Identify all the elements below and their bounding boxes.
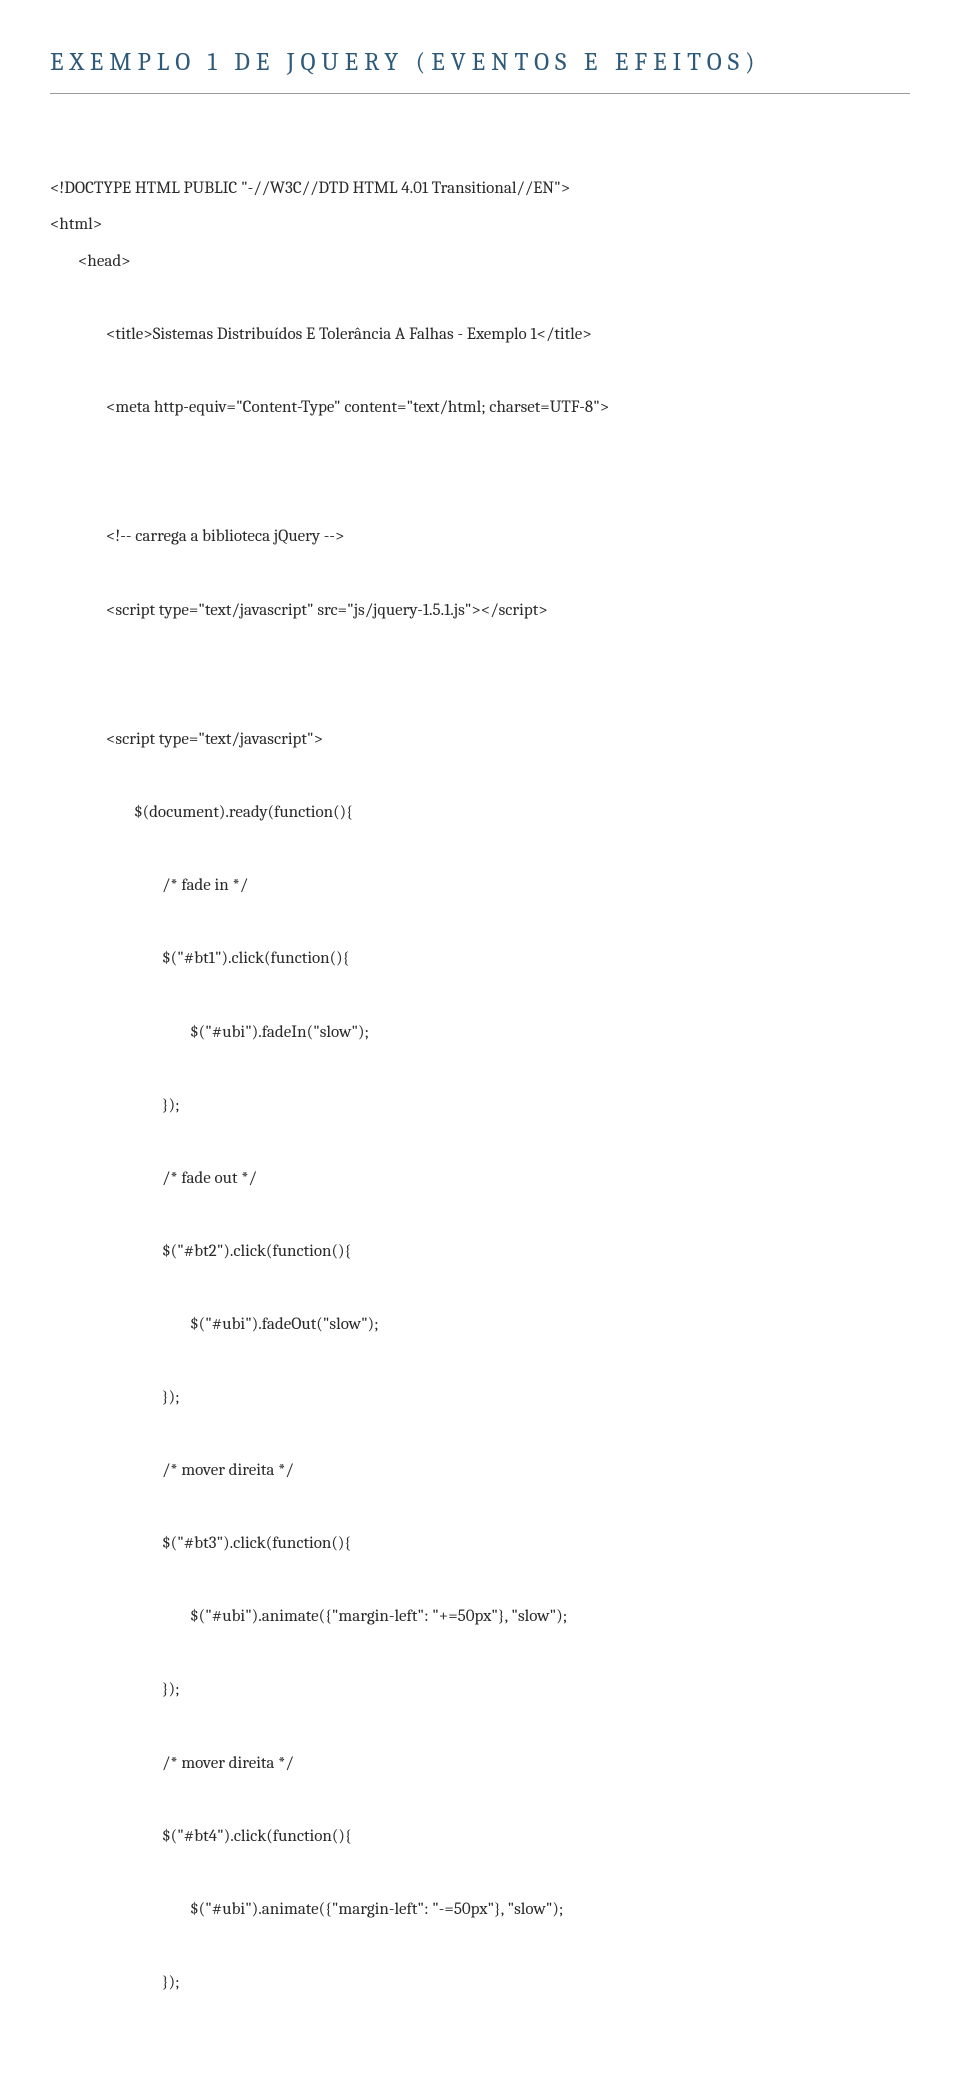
code-line: /* mover direita */: [50, 1453, 910, 1490]
code-line: <script type="text/javascript" src="js/j…: [50, 593, 910, 630]
code-line: $("#bt3").click(function(){: [50, 1526, 910, 1563]
code-line: $("#ubi").animate({"margin-left": "-=50p…: [50, 1892, 910, 1929]
code-line: $("#bt4").click(function(){: [50, 1819, 910, 1856]
code-line: /* fade out */: [50, 1161, 910, 1198]
code-line: <title>Sistemas Distribuídos E Tolerânci…: [50, 317, 910, 354]
code-line: $("#bt1").click(function(){: [50, 941, 910, 978]
code-line: $("#bt2").click(function(){: [50, 1234, 910, 1271]
code-line: });: [50, 1672, 910, 1709]
code-line: <!DOCTYPE HTML PUBLIC "-//W3C//DTD HTML …: [50, 179, 570, 198]
code-line: <html>: [50, 215, 102, 234]
code-line: <head>: [50, 244, 910, 281]
code-line: $("#ubi").fadeOut("slow");: [50, 1307, 910, 1344]
heading-rule: [50, 93, 910, 94]
code-line: });: [50, 1088, 910, 1125]
document-heading: EXEMPLO 1 DE JQUERY (EVENTOS E EFEITOS): [50, 40, 910, 85]
code-line: $("#ubi").fadeIn("slow");: [50, 1015, 910, 1052]
code-line: $(document).ready(function(){: [50, 795, 910, 832]
code-line: <!-- carrega a biblioteca jQuery -->: [50, 519, 910, 556]
code-line: });: [50, 1965, 910, 2002]
code-line: <script type="text/javascript">: [50, 722, 910, 759]
code-line: $("#ubi").animate({"margin-left": "+=50p…: [50, 1599, 910, 1636]
code-line: });: [50, 1380, 910, 1417]
code-line: /* mover direita */: [50, 1746, 910, 1783]
code-line: <meta http-equiv="Content-Type" content=…: [50, 390, 910, 427]
code-block: <!DOCTYPE HTML PUBLIC "-//W3C//DTD HTML …: [50, 134, 910, 2038]
code-line: /* fade in */: [50, 868, 910, 905]
